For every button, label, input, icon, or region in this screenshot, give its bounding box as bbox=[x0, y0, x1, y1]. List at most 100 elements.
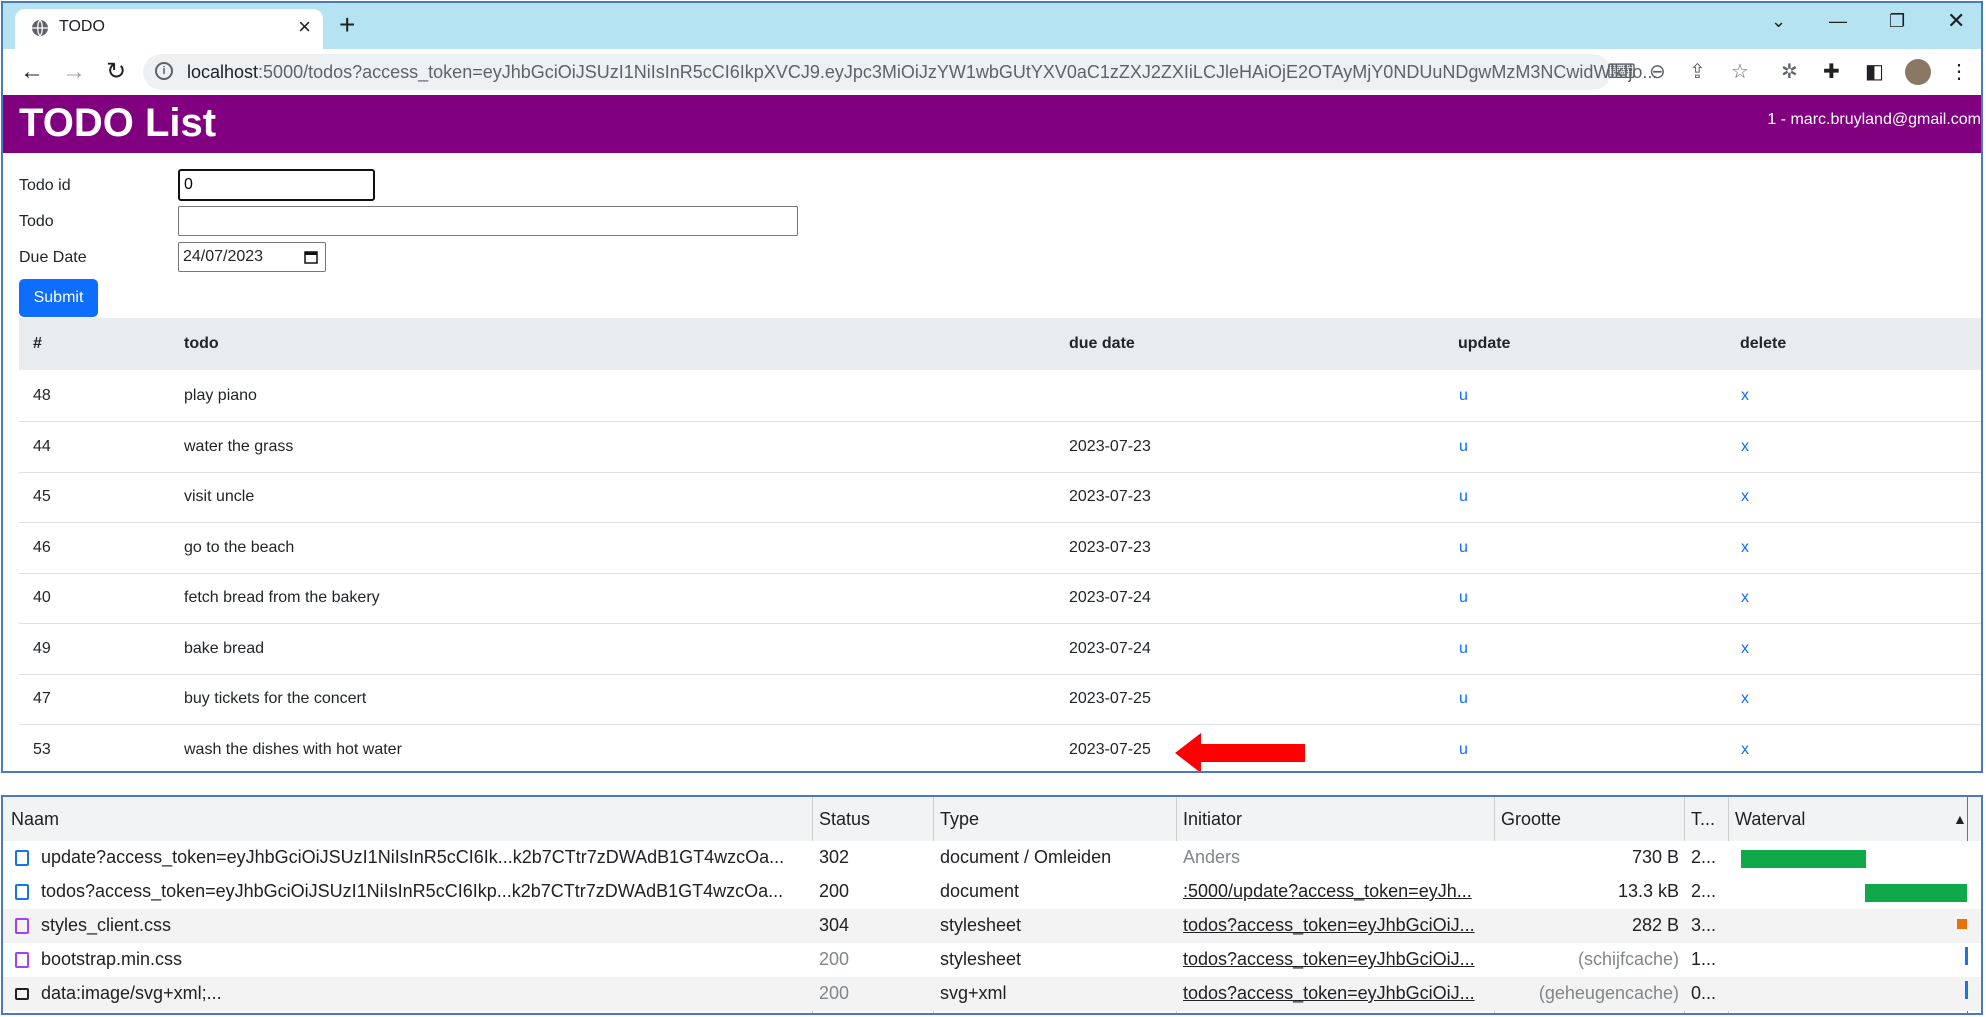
menu-kebab-icon[interactable]: ⋮ bbox=[1949, 59, 1969, 84]
due-date-value: 24/07/2023 bbox=[183, 248, 264, 265]
request-name[interactable]: update?access_token=eyJhbGciOiJSUzI1NiIs… bbox=[41, 847, 801, 868]
bookmark-star-icon[interactable]: ☆ bbox=[1731, 59, 1749, 84]
url-path: :5000/todos?access_token=eyJhbGciOiJSUzI… bbox=[258, 62, 1658, 82]
update-link[interactable]: u bbox=[1459, 387, 1468, 405]
request-initiator[interactable]: todos?access_token=eyJhbGciOiJ... bbox=[1183, 983, 1488, 1004]
back-icon[interactable]: ← bbox=[17, 57, 47, 87]
stylesheet-icon bbox=[15, 952, 29, 968]
restore-icon[interactable]: ❐ bbox=[1889, 11, 1905, 32]
cell-todo: fetch bread from the bakery bbox=[184, 589, 380, 606]
network-row[interactable]: styles_client.css 304 stylesheet todos?acce… bbox=[3, 909, 1981, 943]
request-time: 2... bbox=[1691, 847, 1717, 867]
network-row[interactable]: update?access_token=eyJhbGciOiJSUzI1NiIs… bbox=[3, 841, 1981, 875]
delete-link[interactable]: x bbox=[1741, 387, 1749, 405]
cell-todo: bake bread bbox=[184, 639, 265, 657]
site-info-icon[interactable]: i bbox=[155, 62, 173, 80]
update-link[interactable]: u bbox=[1459, 640, 1468, 658]
delete-link[interactable]: x bbox=[1741, 589, 1749, 607]
col-waterval[interactable]: Waterval bbox=[1735, 809, 1805, 830]
col-grootte[interactable]: Grootte bbox=[1501, 809, 1561, 830]
update-link[interactable]: u bbox=[1459, 589, 1468, 607]
update-link[interactable]: u bbox=[1459, 539, 1468, 557]
cell-todo: go to the beach bbox=[184, 538, 295, 556]
waterfall-bar bbox=[1741, 850, 1866, 868]
cell-id: 46 bbox=[33, 538, 51, 556]
table-row: 45 visit uncle 2023-07-23 u x bbox=[19, 472, 1981, 523]
request-initiator[interactable]: todos?access_token=eyJhbGciOiJ... bbox=[1183, 949, 1488, 970]
address-bar[interactable]: i localhost:5000/todos?access_token=eyJh… bbox=[143, 54, 1657, 90]
profile-avatar[interactable] bbox=[1905, 59, 1931, 85]
user-info: 1 - marc.bruyland@gmail.com bbox=[1767, 111, 1981, 128]
col-status[interactable]: Status bbox=[819, 809, 870, 830]
cell-due-date: 2023-07-25 bbox=[1069, 740, 1151, 758]
col-initiator[interactable]: Initiator bbox=[1183, 809, 1242, 830]
cell-due-date: 2023-07-25 bbox=[1069, 690, 1151, 707]
delete-link[interactable]: x bbox=[1741, 438, 1749, 456]
delete-link[interactable]: x bbox=[1741, 539, 1749, 557]
forward-icon[interactable]: → bbox=[59, 57, 89, 87]
submit-button[interactable]: Submit bbox=[19, 279, 98, 317]
zoom-icon[interactable]: ⊖ bbox=[1649, 59, 1666, 84]
request-name[interactable]: todos?access_token=eyJhbGciOiJSUzI1NiIsI… bbox=[41, 881, 801, 902]
todo-input[interactable] bbox=[178, 206, 798, 236]
table-row: 44 water the grass 2023-07-23 u x bbox=[19, 422, 1981, 473]
new-tab-icon[interactable]: + bbox=[339, 11, 355, 39]
request-status: 302 bbox=[819, 847, 850, 867]
browser-tab[interactable]: TODO × bbox=[15, 9, 323, 49]
todo-id-input[interactable] bbox=[178, 169, 375, 201]
request-status: 304 bbox=[819, 915, 850, 935]
tab-close-icon[interactable]: × bbox=[298, 15, 311, 39]
col-header-todo: todo bbox=[184, 335, 219, 352]
translate-icon[interactable]: ⌨ bbox=[1607, 59, 1636, 84]
cell-due-date: 2023-07-23 bbox=[1069, 437, 1151, 455]
col-naam[interactable]: Naam bbox=[11, 809, 59, 830]
network-row[interactable]: data:image/svg+xml;... 200 svg+xml todos?ac… bbox=[3, 977, 1981, 1011]
delete-link[interactable]: x bbox=[1741, 488, 1749, 506]
globe-icon bbox=[32, 19, 48, 37]
request-name[interactable]: styles_client.css bbox=[41, 915, 801, 936]
delete-link[interactable]: x bbox=[1741, 690, 1749, 708]
browser-toolbar: ← → ↻ i localhost:5000/todos?access_toke… bbox=[3, 49, 1981, 95]
share-icon[interactable]: ⇪ bbox=[1689, 59, 1706, 84]
request-initiator[interactable]: :5000/update?access_token=eyJh... bbox=[1183, 881, 1488, 902]
due-date-input[interactable]: 24/07/2023 bbox=[178, 242, 326, 272]
reload-icon[interactable]: ↻ bbox=[101, 57, 131, 87]
minimize-icon[interactable]: — bbox=[1829, 11, 1847, 32]
waterfall-bar bbox=[1965, 981, 1968, 999]
update-link[interactable]: u bbox=[1459, 741, 1468, 759]
url-text: localhost:5000/todos?access_token=eyJhbG… bbox=[187, 62, 1657, 83]
delete-link[interactable]: x bbox=[1741, 741, 1749, 759]
update-link[interactable]: u bbox=[1459, 690, 1468, 708]
table-row: 49 bake bread 2023-07-24 u x bbox=[19, 624, 1981, 675]
request-initiator[interactable]: todos?access_token=eyJhbGciOiJ... bbox=[1183, 915, 1488, 936]
request-size: (geheugencache) bbox=[1538, 983, 1679, 1003]
network-row[interactable]: todos?access_token=eyJhbGciOiJSUzI1NiIsI… bbox=[3, 875, 1981, 909]
update-link[interactable]: u bbox=[1459, 488, 1468, 506]
cell-todo: water the grass bbox=[184, 437, 294, 455]
calendar-icon[interactable] bbox=[303, 249, 319, 265]
cell-id: 40 bbox=[33, 589, 51, 606]
col-type[interactable]: Type bbox=[940, 809, 979, 830]
extensions-puzzle-icon[interactable]: ✚ bbox=[1823, 59, 1840, 84]
delete-link[interactable]: x bbox=[1741, 640, 1749, 658]
request-name[interactable]: bootstrap.min.css bbox=[41, 949, 801, 970]
request-size: 730 B bbox=[1631, 847, 1679, 867]
table-row: 47 buy tickets for the concert 2023-07-25 u… bbox=[19, 674, 1981, 725]
waterfall-bar bbox=[1965, 947, 1968, 965]
tab-search-chevron-icon[interactable]: ⌄ bbox=[1771, 11, 1786, 32]
sort-asc-icon[interactable]: ▲ bbox=[1953, 811, 1967, 827]
request-type: stylesheet bbox=[940, 915, 1022, 935]
update-link[interactable]: u bbox=[1459, 438, 1468, 456]
request-size: 282 B bbox=[1631, 915, 1679, 935]
request-status: 200 bbox=[819, 949, 850, 969]
due-date-label: Due Date bbox=[19, 249, 87, 266]
cell-due-date: 2023-07-24 bbox=[1069, 639, 1151, 657]
window-close-icon[interactable]: ✕ bbox=[1947, 8, 1965, 34]
col-time[interactable]: T... bbox=[1691, 809, 1715, 830]
side-panel-icon[interactable]: ◧ bbox=[1865, 59, 1884, 84]
bug-extension-icon[interactable]: ✲ bbox=[1781, 59, 1798, 84]
cell-id: 45 bbox=[33, 488, 51, 505]
network-row[interactable]: bootstrap.min.css 200 stylesheet todos?acce… bbox=[3, 943, 1981, 977]
request-name[interactable]: data:image/svg+xml;... bbox=[41, 983, 801, 1004]
cell-due-date: 2023-07-23 bbox=[1069, 488, 1151, 505]
